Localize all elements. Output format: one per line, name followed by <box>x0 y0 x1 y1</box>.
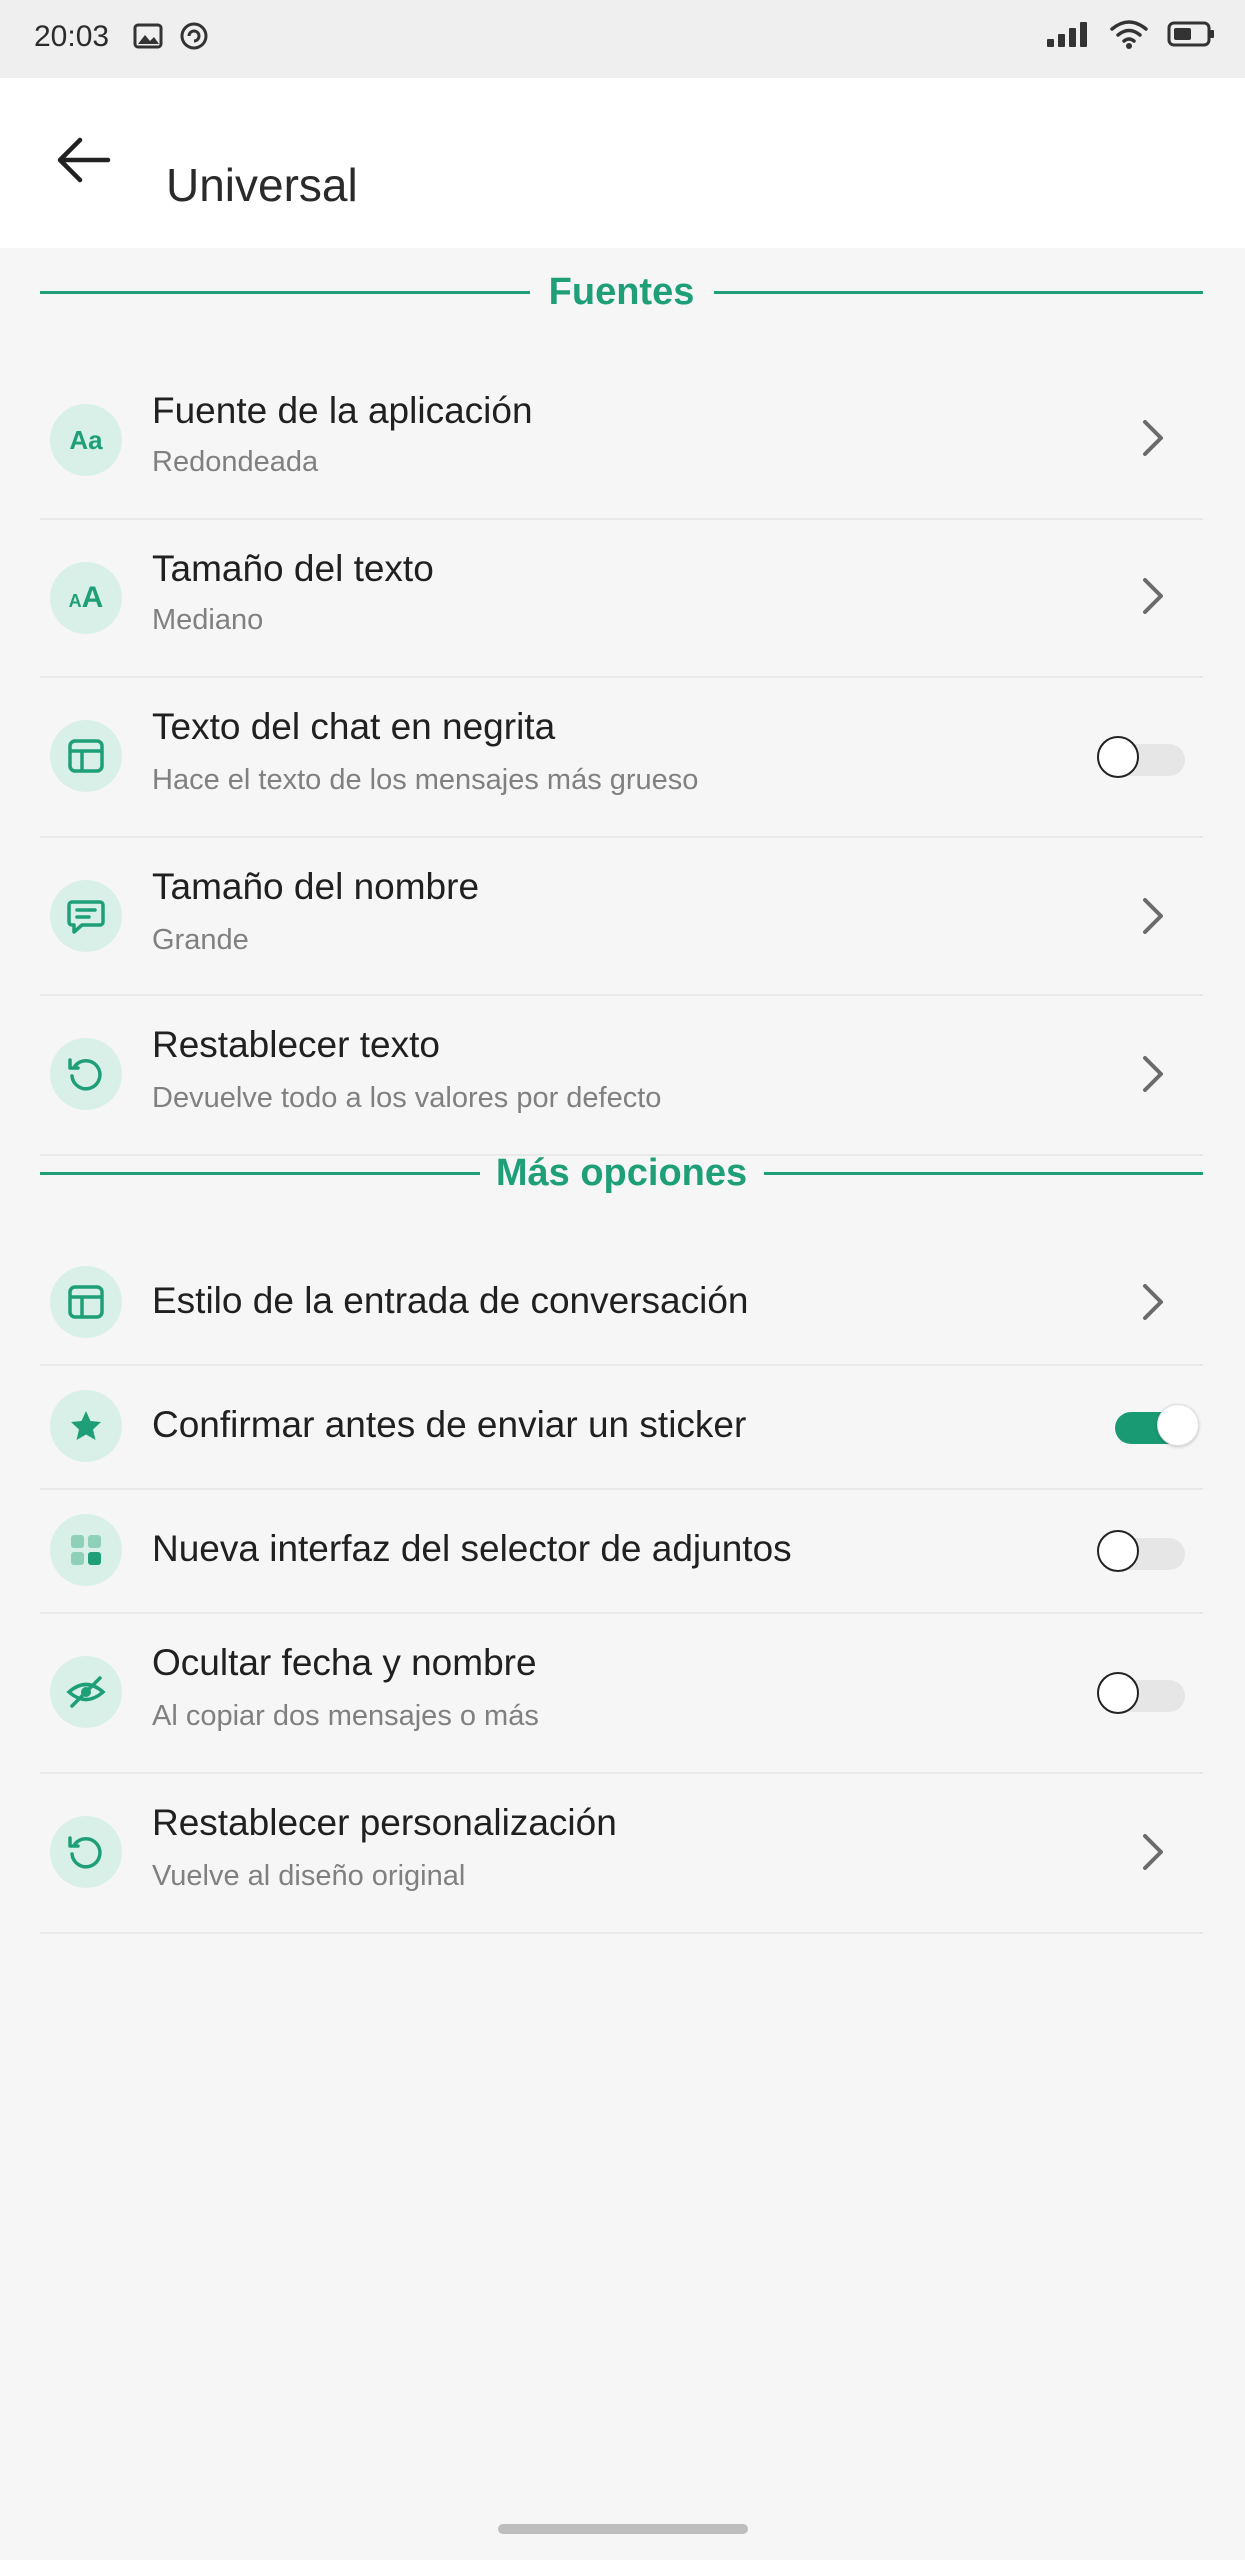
setting-title: Restablecer personalización <box>152 1802 617 1843</box>
layout-icon <box>50 1266 122 1338</box>
layout-icon <box>50 720 122 792</box>
section-header-fuentes: Fuentes <box>40 262 1203 322</box>
chevron-right-icon <box>1133 1827 1173 1877</box>
setting-subtitle: Hace el texto de los mensajes más grueso <box>152 764 699 796</box>
battery-icon <box>1167 19 1215 54</box>
arrow-left-icon <box>52 128 116 197</box>
chevron-right-icon <box>1133 1277 1173 1327</box>
bold-text-toggle[interactable] <box>1097 734 1187 778</box>
chevron-right-icon <box>1133 891 1173 941</box>
grid-icon <box>50 1514 122 1586</box>
image-icon <box>132 20 164 57</box>
sync-icon <box>178 20 210 57</box>
setting-hide-date-name[interactable]: Ocultar fecha y nombre Al copiar dos men… <box>40 1612 1203 1774</box>
setting-title: Restablecer texto <box>152 1024 440 1065</box>
section-header-mas-opciones: Más opciones <box>40 1143 1203 1203</box>
setting-text-size[interactable]: AA Tamaño del texto Mediano <box>40 518 1203 678</box>
setting-reset-customization[interactable]: Restablecer personalización Vuelve al di… <box>40 1772 1203 1934</box>
reset-icon <box>50 1038 122 1110</box>
setting-subtitle: Grande <box>152 924 249 956</box>
attach-picker-toggle[interactable] <box>1097 1528 1187 1572</box>
setting-subtitle: Vuelve al diseño original <box>152 1860 466 1892</box>
chevron-right-icon <box>1133 413 1173 463</box>
confirm-sticker-toggle[interactable] <box>1113 1402 1203 1446</box>
chevron-right-icon <box>1133 571 1173 621</box>
chat-bubble-icon <box>50 880 122 952</box>
setting-title: Tamaño del texto <box>152 548 434 589</box>
setting-title: Nueva interfaz del selector de adjuntos <box>152 1528 792 1569</box>
setting-subtitle: Devuelve todo a los valores por defecto <box>152 1082 662 1114</box>
status-bar: 20:03 <box>0 0 1245 78</box>
reset-icon <box>50 1816 122 1888</box>
setting-reset-text[interactable]: Restablecer texto Devuelve todo a los va… <box>40 994 1203 1156</box>
section-label: Más opciones <box>495 1152 748 1194</box>
setting-title: Estilo de la entrada de conversación <box>152 1280 749 1321</box>
setting-title: Texto del chat en negrita <box>152 706 556 747</box>
hide-date-name-toggle[interactable] <box>1097 1670 1187 1714</box>
back-button[interactable] <box>44 122 124 202</box>
chevron-right-icon <box>1133 1049 1173 1099</box>
setting-subtitle: Al copiar dos mensajes o más <box>152 1700 539 1732</box>
eye-off-icon <box>50 1656 122 1728</box>
setting-title: Tamaño del nombre <box>152 866 480 907</box>
setting-subtitle: Redondeada <box>152 446 319 478</box>
setting-app-font[interactable]: Aa Fuente de la aplicación Redondeada <box>40 358 1203 520</box>
setting-title: Fuente de la aplicación <box>152 390 533 431</box>
home-indicator[interactable] <box>498 2524 748 2534</box>
setting-title: Confirmar antes de enviar un sticker <box>152 1404 747 1445</box>
setting-subtitle: Mediano <box>152 604 264 636</box>
status-time: 20:03 <box>34 20 110 53</box>
font-aa-icon: Aa <box>50 404 122 476</box>
setting-title: Ocultar fecha y nombre <box>152 1642 537 1683</box>
signal-icon <box>1045 19 1091 54</box>
setting-name-size[interactable]: Tamaño del nombre Grande <box>40 836 1203 996</box>
setting-input-style[interactable]: Estilo de la entrada de conversación <box>40 1240 1203 1366</box>
setting-new-attach-picker[interactable]: Nueva interfaz del selector de adjuntos <box>40 1488 1203 1614</box>
wifi-icon <box>1109 18 1149 55</box>
setting-confirm-sticker[interactable]: Confirmar antes de enviar un sticker <box>40 1364 1203 1490</box>
page-title: Universal <box>166 159 358 211</box>
section-label: Fuentes <box>548 271 695 313</box>
star-icon <box>50 1390 122 1462</box>
setting-bold-chat-text[interactable]: Texto del chat en negrita Hace el texto … <box>40 676 1203 838</box>
text-size-icon: AA <box>50 562 122 634</box>
app-bar: Universal <box>0 78 1245 248</box>
